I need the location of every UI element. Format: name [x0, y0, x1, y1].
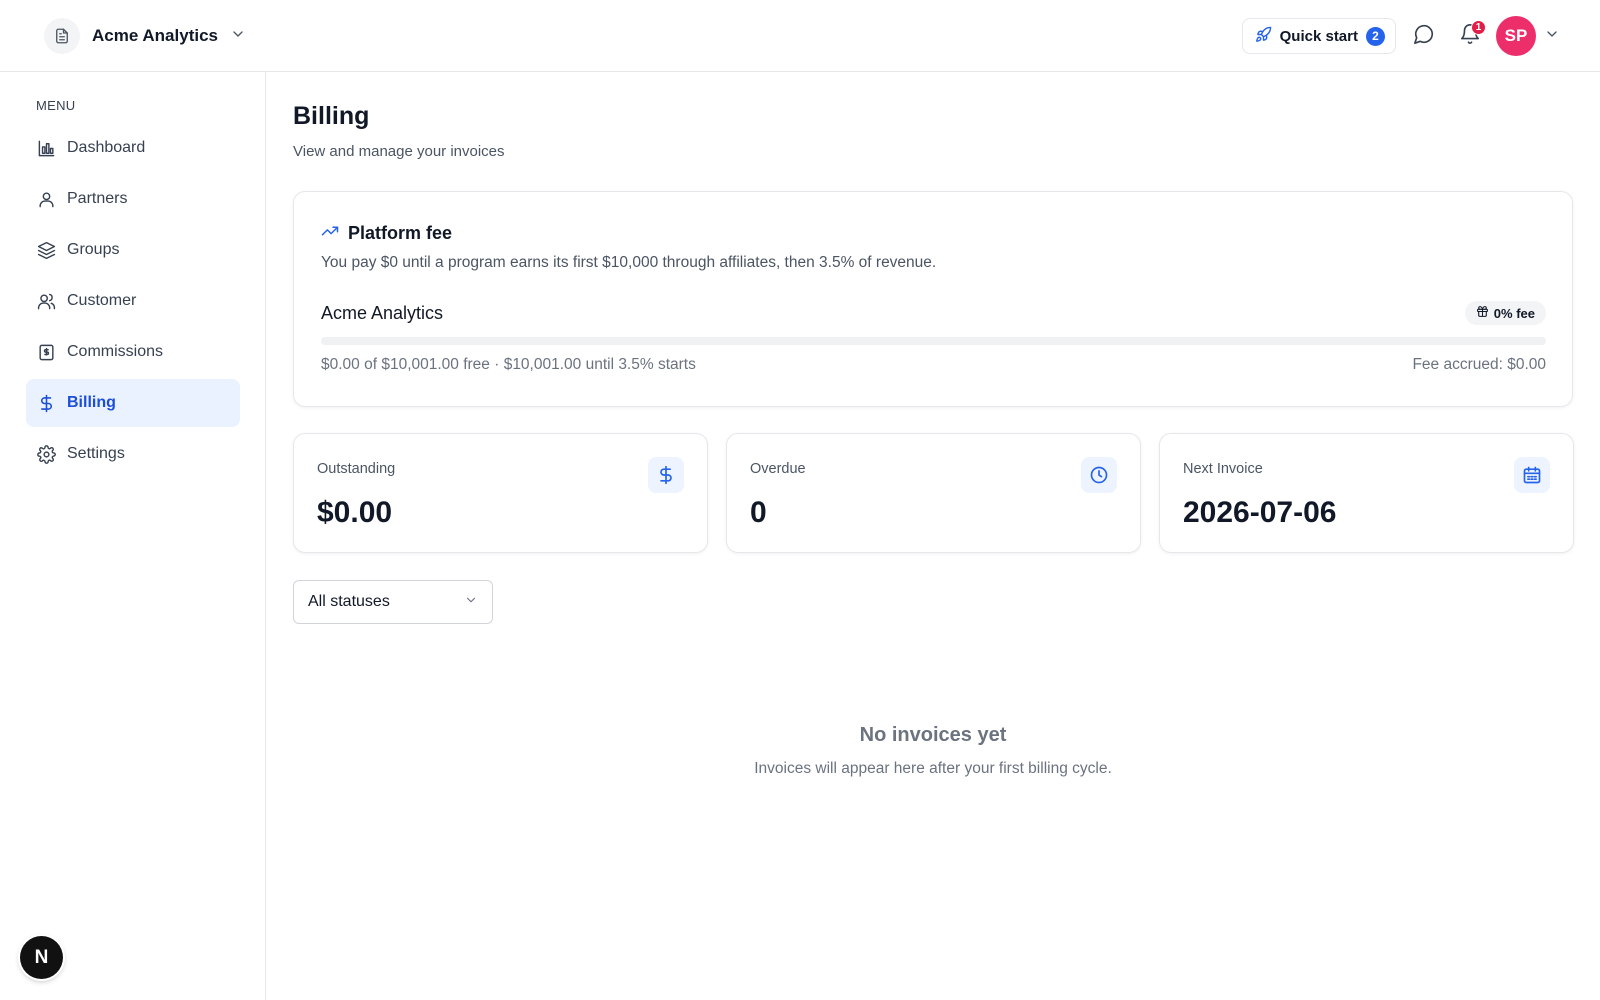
- fee-accrued-text: Fee accrued: $0.00: [1412, 356, 1546, 373]
- platform-fee-header: Platform fee: [321, 222, 452, 245]
- messages-button[interactable]: [1406, 18, 1442, 54]
- empty-state-title: No invoices yet: [859, 724, 1007, 746]
- sidebar-item-customer[interactable]: Customer: [26, 277, 240, 325]
- page-subtitle: View and manage your invoices: [293, 143, 505, 160]
- rocket-icon: [1255, 26, 1272, 47]
- main-content: Billing View and manage your invoices Pl…: [266, 72, 1600, 1000]
- user-icon: [36, 189, 56, 209]
- notifications-button[interactable]: 1: [1452, 18, 1488, 54]
- dev-tools-button[interactable]: N: [20, 936, 63, 979]
- workspace-name: Acme Analytics: [92, 26, 218, 45]
- sidebar-item-billing[interactable]: Billing: [26, 379, 240, 427]
- sidebar-item-label: Billing: [67, 394, 116, 411]
- fee-rate-label: 0% fee: [1493, 305, 1535, 321]
- sidebar-item-groups[interactable]: Groups: [26, 226, 240, 274]
- gift-icon: [1476, 305, 1489, 321]
- sidebar-item-label: Settings: [67, 445, 125, 462]
- dollar-icon: [36, 393, 56, 413]
- workspace-switcher[interactable]: Acme Analytics: [44, 18, 246, 54]
- receipt-icon: [36, 342, 56, 362]
- stat-label: Overdue: [750, 461, 806, 477]
- sidebar-item-settings[interactable]: Settings: [26, 430, 240, 478]
- document-icon: [44, 18, 80, 54]
- free-tier-progress-bar: [321, 337, 1546, 345]
- gear-icon: [36, 444, 56, 464]
- stat-value: 0: [750, 496, 767, 529]
- notification-count-badge: 1: [1471, 20, 1486, 35]
- sidebar-nav: Dashboard Partners Groups Customer Commi…: [26, 124, 240, 481]
- platform-fee-card: Platform fee You pay $0 until a program …: [293, 191, 1573, 407]
- stat-card-overdue: Overdue 0: [726, 433, 1141, 553]
- stat-card-outstanding: Outstanding $0.00: [293, 433, 708, 553]
- layers-icon: [36, 240, 56, 260]
- calendar-icon: [1514, 457, 1550, 493]
- platform-fee-title: Platform fee: [348, 223, 453, 243]
- users-icon: [36, 291, 56, 311]
- chat-bubble-icon: [1413, 23, 1435, 50]
- dollar-icon: [648, 457, 684, 493]
- free-tier-progress-text: $0.00 of $10,001.00 free · $10,001.00 un…: [321, 356, 696, 373]
- sidebar-item-partners[interactable]: Partners: [26, 175, 240, 223]
- status-filter-select[interactable]: All statuses: [293, 580, 493, 624]
- stat-value: 2026-07-06: [1183, 496, 1337, 529]
- page-title: Billing: [293, 102, 370, 130]
- sidebar-item-label: Dashboard: [67, 139, 146, 156]
- bar-chart-icon: [36, 138, 56, 158]
- fee-rate-badge: 0% fee: [1464, 301, 1546, 325]
- quick-start-count-badge: 2: [1366, 26, 1385, 46]
- chevron-down-icon: [1544, 26, 1560, 47]
- quick-start-button[interactable]: Quick start 2: [1241, 18, 1396, 54]
- status-filter-value: All statuses: [308, 593, 390, 610]
- stat-card-next-invoice: Next Invoice 2026-07-06: [1159, 433, 1574, 553]
- sidebar: MENU Dashboard Partners Groups Customer: [0, 72, 266, 1000]
- sidebar-item-label: Customer: [67, 292, 137, 309]
- platform-fee-description: You pay $0 until a program earns its fir…: [321, 254, 937, 271]
- sidebar-item-commissions[interactable]: Commissions: [26, 328, 240, 376]
- chevron-down-icon: [230, 26, 246, 47]
- stat-label: Next Invoice: [1183, 461, 1263, 477]
- menu-title: MENU: [36, 98, 76, 113]
- empty-state-subtitle: Invoices will appear here after your fir…: [754, 760, 1112, 777]
- quick-start-label: Quick start: [1279, 27, 1358, 45]
- stat-value: $0.00: [317, 496, 393, 529]
- program-name: Acme Analytics: [321, 303, 444, 323]
- sidebar-item-label: Groups: [67, 241, 120, 258]
- trending-up-icon: [321, 222, 339, 245]
- user-menu[interactable]: SP: [1496, 16, 1560, 56]
- stat-label: Outstanding: [317, 461, 396, 477]
- sidebar-item-label: Partners: [67, 190, 128, 207]
- clock-icon: [1081, 457, 1117, 493]
- sidebar-item-label: Commissions: [67, 343, 164, 360]
- chevron-down-icon: [464, 593, 478, 612]
- avatar: SP: [1496, 16, 1536, 56]
- sidebar-item-dashboard[interactable]: Dashboard: [26, 124, 240, 172]
- top-bar: Acme Analytics Quick start 2 1 SP: [0, 0, 1600, 72]
